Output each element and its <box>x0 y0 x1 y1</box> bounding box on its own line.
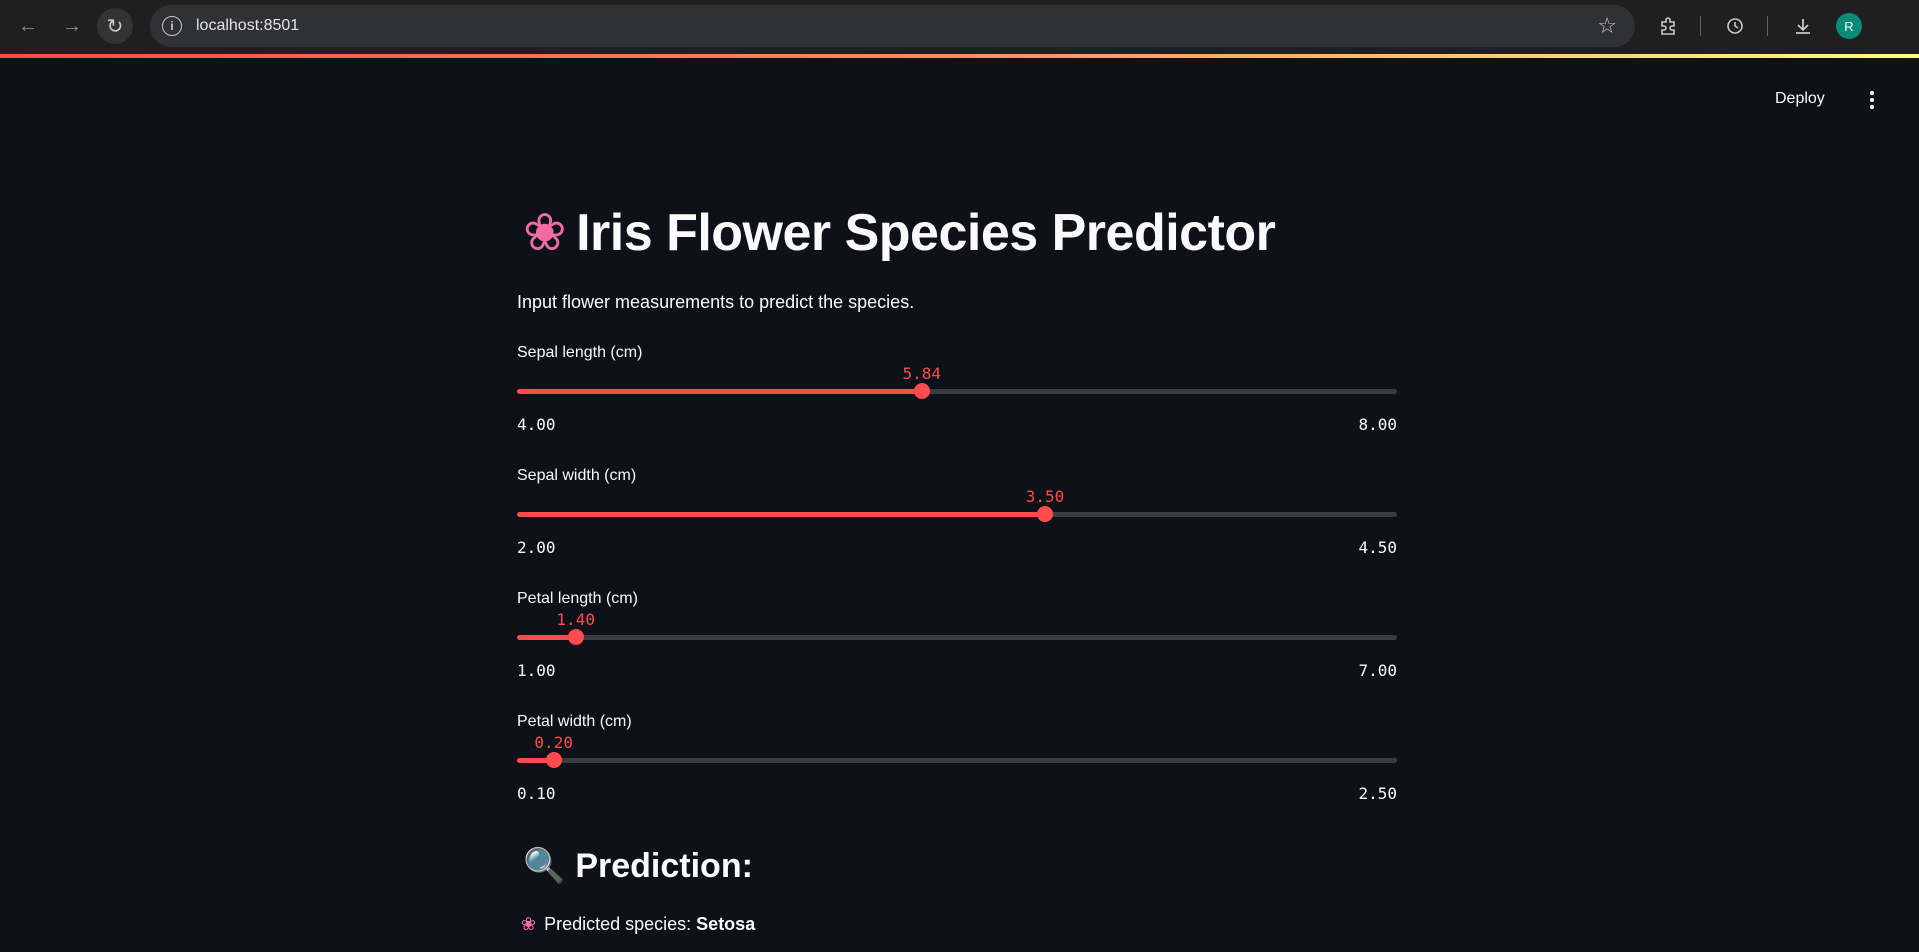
arrow-right-icon: → <box>62 14 82 37</box>
slider-fill <box>517 635 576 640</box>
slider-label: Sepal width (cm) <box>517 467 637 484</box>
page-subtitle: Input flower measurements to predict the… <box>517 292 915 312</box>
site-info-icon[interactable]: i <box>162 16 182 36</box>
history-icon[interactable] <box>1721 12 1749 40</box>
slider-label: Petal length (cm) <box>517 590 638 607</box>
url-text: localhost:8501 <box>196 17 300 34</box>
slider-petal-width: Petal width (cm) 0.20 0.10 2.50 <box>517 713 1397 823</box>
slider-max: 4.50 <box>1358 538 1397 557</box>
profile-avatar[interactable]: R <box>1836 13 1862 39</box>
slider-thumb[interactable] <box>545 752 562 768</box>
main-menu-icon[interactable] <box>1862 88 1882 112</box>
magnifier-icon: 🔍 <box>523 847 566 885</box>
prediction-result: ❀ Predicted species: Setosa <box>521 914 755 935</box>
slider-label: Petal width (cm) <box>517 713 632 730</box>
slider-min: 4.00 <box>517 415 556 434</box>
slider-track[interactable] <box>517 752 1397 768</box>
browser-toolbar: ← → ↻ i localhost:8501 ☆ R <box>0 0 1919 54</box>
prediction-prefix: Predicted species: <box>544 914 697 934</box>
back-button[interactable]: ← <box>10 8 46 44</box>
slider-thumb[interactable] <box>1037 506 1053 522</box>
slider-petal-length: Petal length (cm) 1.40 1.00 7.00 <box>517 590 1397 700</box>
slider-min: 0.10 <box>517 784 556 803</box>
slider-max: 7.00 <box>1358 661 1397 680</box>
reload-icon: ↻ <box>106 15 124 38</box>
slider-max: 8.00 <box>1358 415 1397 434</box>
slider-thumb[interactable] <box>567 629 584 645</box>
forward-button[interactable]: → <box>54 8 90 44</box>
slider-track[interactable] <box>517 506 1397 522</box>
slider-value: 1.40 <box>556 610 595 629</box>
slider-thumb[interactable] <box>913 383 930 399</box>
slider-value: 5.84 <box>902 364 942 383</box>
streamlit-decoration-bar <box>0 54 1919 58</box>
slider-track[interactable] <box>517 629 1397 645</box>
slider-max: 2.50 <box>1358 784 1397 803</box>
cherry-blossom-icon: ❀ <box>523 204 567 262</box>
slider-fill <box>517 389 922 394</box>
cherry-blossom-icon: ❀ <box>521 914 537 934</box>
reload-button[interactable]: ↻ <box>97 8 133 44</box>
slider-sepal-width: Sepal width (cm) 3.50 2.00 4.50 <box>517 467 1397 577</box>
toolbar-divider <box>1767 16 1768 36</box>
toolbar-divider <box>1700 16 1701 36</box>
prediction-heading: 🔍 Prediction: <box>523 846 753 886</box>
slider-value: 3.50 <box>1025 487 1065 506</box>
address-bar[interactable]: i localhost:8501 ☆ <box>150 5 1635 47</box>
arrow-left-icon: ← <box>18 14 38 37</box>
prediction-value: Setosa <box>696 914 756 934</box>
slider-track[interactable] <box>517 383 1397 399</box>
prediction-heading-text: Prediction: <box>575 847 753 885</box>
slider-value: 0.20 <box>534 733 573 752</box>
slider-min: 1.00 <box>517 661 556 680</box>
slider-min: 2.00 <box>517 538 556 557</box>
slider-sepal-length: Sepal length (cm) 5.84 4.00 8.00 <box>517 344 1397 454</box>
slider-fill <box>517 512 1045 517</box>
slider-label: Sepal length (cm) <box>517 344 643 361</box>
deploy-button[interactable]: Deploy <box>1775 90 1825 108</box>
page-title-text: Iris Flower Species Predictor <box>576 204 1276 262</box>
bookmark-star-icon[interactable]: ☆ <box>1597 13 1617 39</box>
page-title: ❀ Iris Flower Species Predictor <box>523 203 1276 263</box>
extensions-icon[interactable] <box>1654 12 1682 40</box>
download-icon[interactable] <box>1789 12 1817 40</box>
